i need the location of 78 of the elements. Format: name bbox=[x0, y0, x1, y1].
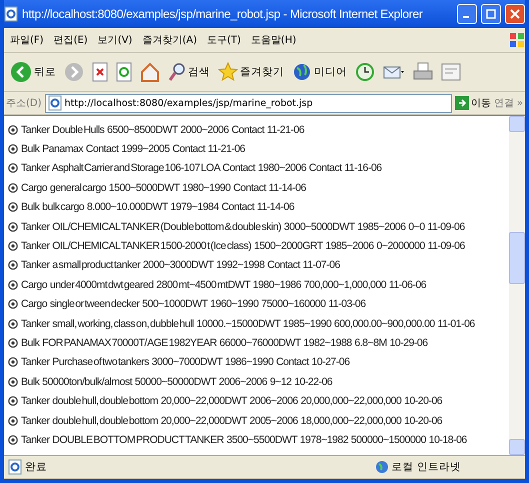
bullet-icon bbox=[8, 338, 18, 348]
globe-icon bbox=[374, 460, 389, 474]
bullet-icon bbox=[8, 357, 18, 368]
menu-item[interactable]: 도움말(H) bbox=[250, 33, 296, 47]
go-button[interactable]: 이동 bbox=[454, 96, 491, 110]
scrollbar[interactable] bbox=[509, 116, 525, 455]
search-icon bbox=[168, 62, 186, 82]
page-icon bbox=[8, 459, 22, 475]
bullet-icon bbox=[8, 163, 18, 174]
menu-item[interactable]: 편집(E) bbox=[54, 33, 88, 47]
menu-item[interactable]: 보기(V) bbox=[98, 33, 132, 47]
bullet-icon bbox=[8, 241, 18, 252]
minimize-button[interactable] bbox=[457, 4, 477, 24]
page-icon bbox=[48, 95, 62, 111]
listing-row: Tanker a small product tanker 2000~3000DWT 1992~1998 Contact 11-07-06 bbox=[21, 259, 340, 272]
listing-row: Tanker double hull, double bottom 20,000~22,000DWT 2005~2006 18,000,000~22,000,000 10-20-06 bbox=[21, 414, 442, 427]
edit-button[interactable] bbox=[439, 62, 463, 82]
globe-icon bbox=[292, 62, 312, 82]
page-icon bbox=[4, 6, 18, 22]
search-button[interactable]: 검색 bbox=[166, 62, 212, 82]
listing-row: Tanker Asphalt Carrier and Storage 106-107 LOA Contact 1980~2006 Contact 11-16-06 bbox=[21, 162, 382, 174]
bullet-icon bbox=[8, 144, 18, 154]
clock-icon bbox=[355, 62, 375, 82]
address-field[interactable]: http://localhost:8080/examples/jsp/marine_robot.jsp bbox=[44, 94, 452, 112]
favorites-button[interactable]: 즐겨찾기 bbox=[216, 62, 286, 82]
refresh-page-icon bbox=[116, 62, 132, 82]
back-button[interactable]: 뒤로 bbox=[8, 61, 58, 83]
windows-flag-icon bbox=[509, 32, 525, 48]
bullet-icon bbox=[8, 182, 18, 193]
bullet-icon bbox=[8, 376, 18, 387]
status-text: 완료 bbox=[25, 460, 47, 474]
refresh-button[interactable] bbox=[114, 62, 134, 82]
print-button[interactable] bbox=[411, 62, 435, 82]
maximize-button[interactable] bbox=[481, 4, 501, 24]
close-button[interactable] bbox=[505, 4, 525, 24]
listing-row: Tanker double hull, double bottom 20,000~22,000DWT 2006~2006 20,000,000~22,000,000 10-20-06 bbox=[21, 395, 442, 408]
edit-page-icon bbox=[441, 62, 461, 82]
listing-row: Bulk bulk cargo 8.000~10.000DWT 1979~1984 Contact 11-14-06 bbox=[21, 201, 294, 214]
bullet-icon bbox=[8, 318, 18, 329]
house-icon bbox=[140, 62, 160, 82]
window-title: http://localhost:8080/examples/jsp/marine_robot.jsp - Microsoft Internet Explorer bbox=[22, 7, 424, 21]
listing-row: Tanker Double Hulls 6500~8500DWT 2000~2006 Contact 11-21-06 bbox=[21, 124, 304, 136]
menu-item[interactable]: 파일(F) bbox=[10, 33, 44, 47]
listing-row: Cargo under 4000mt dwt geared 2800 mt~4500 mtDWT 1980~1986 700,000~1,000,000 11-06-06 bbox=[21, 278, 426, 291]
listing-row: Bulk Panamax Contact 1999~2005 Contact 11-21-06 bbox=[21, 143, 246, 156]
bullet-icon bbox=[8, 434, 18, 445]
bullet-icon bbox=[8, 280, 18, 290]
bullet-icon bbox=[8, 416, 18, 426]
links-label[interactable]: 연결 bbox=[494, 96, 514, 110]
listing-row: Bulk 50000ton/bulk/almost 50000~50000DWT 2006~2006 9~12 10-22-06 bbox=[21, 376, 332, 388]
listing-row: Tanker OIL/CHEMICAL TANKER (Double bottom & double skin) 3000~5000DWT 1985~2006 0~0 11-09-06 bbox=[21, 220, 465, 233]
listing-row: Cargo general cargo 1500~5000DWT 1980~1990 Contact 11-14-06 bbox=[21, 182, 306, 194]
listing-row: Cargo single or tween decker 500~1000DWT 1960~1990 75000~160000 11-03-06 bbox=[21, 298, 366, 310]
bullet-icon bbox=[8, 260, 18, 270]
bullet-icon bbox=[8, 396, 18, 406]
zone-text: 로컬 인트라넷 bbox=[392, 460, 461, 474]
bullet-icon bbox=[8, 202, 18, 212]
media-button[interactable]: 미디어 bbox=[290, 62, 349, 82]
stop-page-icon bbox=[92, 62, 108, 82]
listing-row: Tanker OIL/CHEMICAL TANKER 1500-2000 t (Ice class) 1500~2000GRT 1985~2006 0~2000000 11-09-06 bbox=[21, 240, 465, 252]
star-icon bbox=[218, 62, 238, 82]
maximize-icon bbox=[486, 9, 496, 19]
close-icon bbox=[510, 9, 520, 19]
menu-item[interactable]: 즐겨찾기(A) bbox=[142, 33, 197, 47]
menu-item[interactable]: 도구(T) bbox=[207, 33, 241, 47]
listing-row: Tanker DOUBLE BOTTOM PRODUCT TANKER 3500~5500DWT 1978~1982 500000~1500000 10-18-06 bbox=[21, 434, 467, 446]
address-label: 주소(D) bbox=[6, 97, 42, 110]
bullet-icon bbox=[8, 222, 18, 232]
home-button[interactable] bbox=[138, 62, 162, 82]
listing-row: Tanker small, working, class on, dubble hull 10000.~15000DWT 1985~1990 600,000.00~900,000.00 11-01-06 bbox=[21, 318, 475, 330]
history-button[interactable] bbox=[353, 62, 377, 82]
bullet-icon bbox=[8, 124, 18, 135]
printer-icon bbox=[413, 62, 433, 82]
stop-button[interactable] bbox=[90, 62, 110, 82]
bullet-icon bbox=[8, 299, 18, 310]
more-button[interactable]: » bbox=[516, 98, 523, 108]
listing-row: Tanker Purchase of two tankers 3000~7000DWT 1986~1990 Contact 10-27-06 bbox=[21, 356, 350, 368]
listing-row: Bulk FOR PANAMAX 70000T/ AGE 1982YEAR 66000~76000DWT 1982~1988 6.8~8M 10-29-06 bbox=[21, 336, 428, 349]
